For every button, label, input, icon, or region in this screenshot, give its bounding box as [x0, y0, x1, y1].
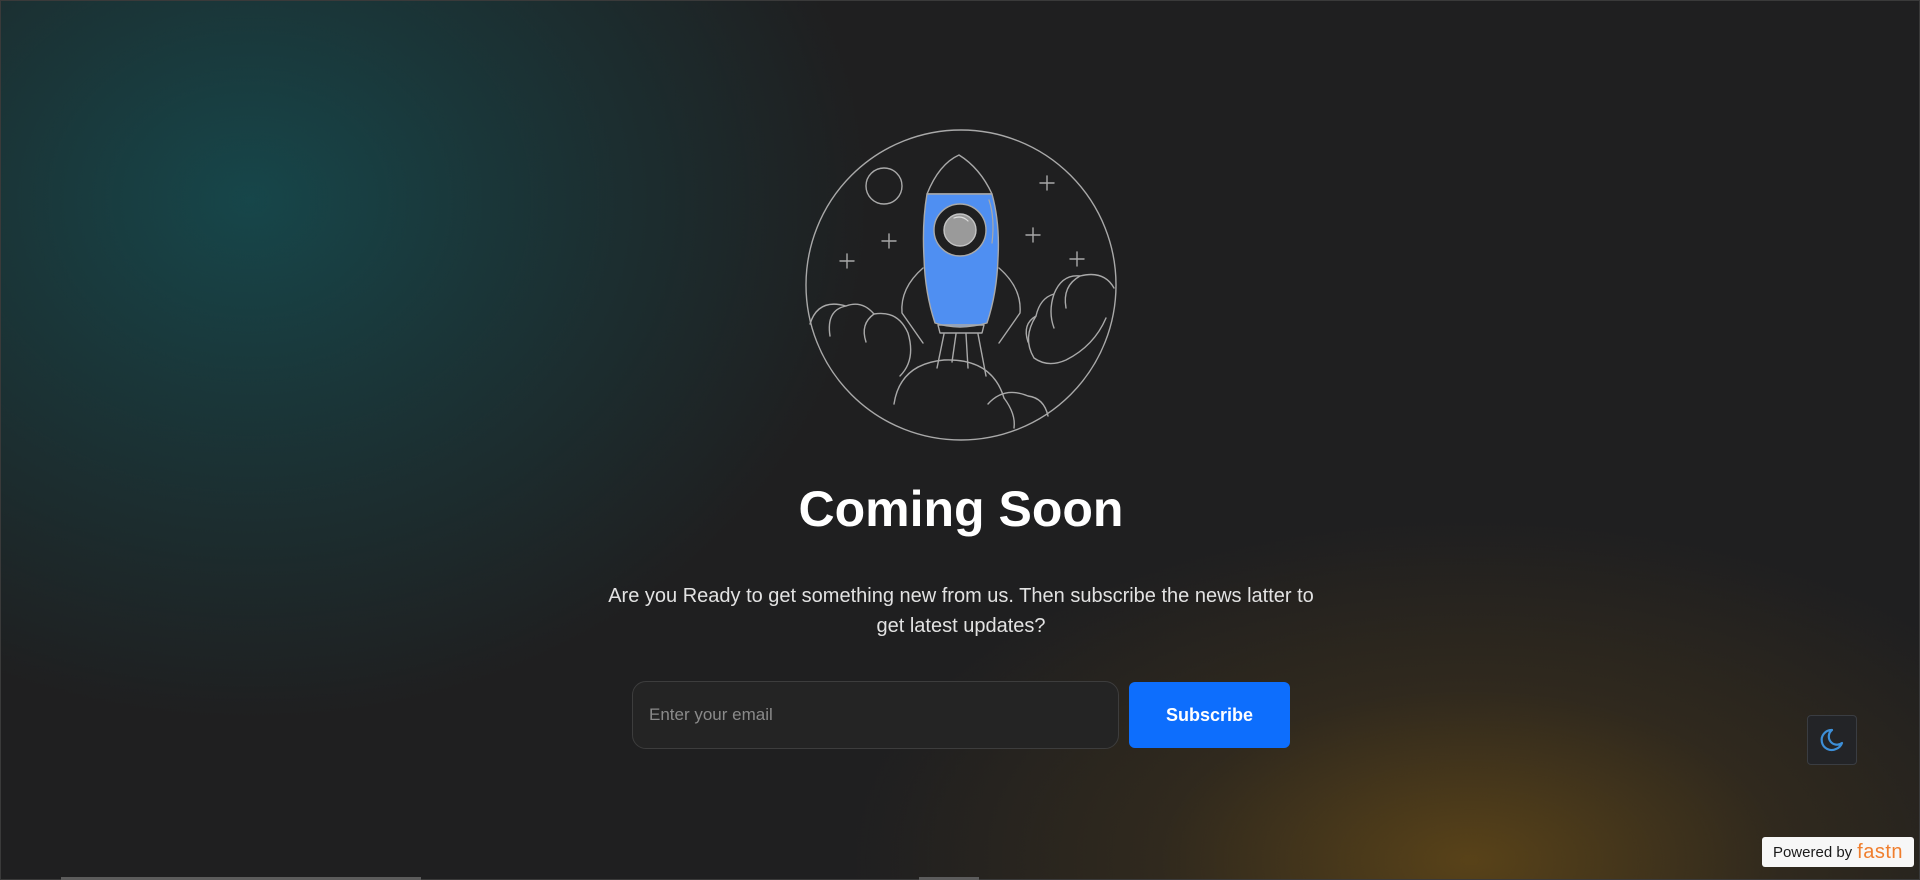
page-description: Are you Ready to get something new from …: [608, 585, 1314, 637]
fastn-brand-logo: fastn: [1857, 841, 1904, 863]
subscribe-form: Subscribe: [632, 681, 1290, 749]
rocket-illustration-icon: [804, 128, 1118, 442]
moon-icon: [1817, 725, 1847, 755]
powered-by-badge[interactable]: Powered by fastn: [1762, 837, 1914, 867]
theme-toggle-button[interactable]: [1807, 715, 1857, 765]
email-input[interactable]: [632, 681, 1119, 749]
coming-soon-hero: Coming Soon Are you Ready to get somethi…: [1, 1, 1920, 880]
powered-by-label: Powered by: [1772, 843, 1853, 861]
page-title: Coming Soon: [798, 481, 1124, 537]
subscribe-button[interactable]: Subscribe: [1129, 682, 1290, 748]
